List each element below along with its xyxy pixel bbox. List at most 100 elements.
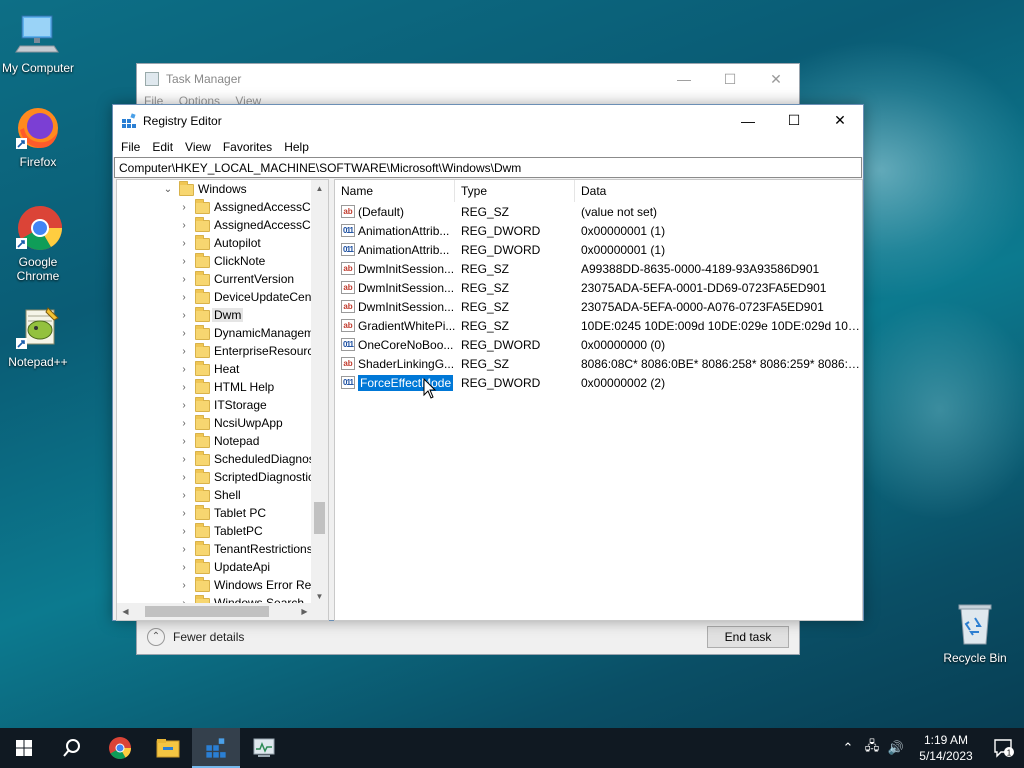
taskbar-search-button[interactable] xyxy=(48,728,96,768)
chevron-right-icon[interactable]: › xyxy=(179,220,189,231)
taskbar-chrome-button[interactable] xyxy=(96,728,144,768)
tree-item[interactable]: › TenantRestrictions xyxy=(117,540,311,558)
tree-item[interactable]: › Windows Error Rep xyxy=(117,576,311,594)
taskbar-task-manager-button[interactable] xyxy=(240,728,288,768)
chevron-right-icon[interactable]: › xyxy=(179,418,189,429)
value-row[interactable]: ab ShaderLinkingG... REG_SZ 8086:08C* 8086:… xyxy=(335,354,862,373)
desktop-icon-my-computer[interactable]: My Computer xyxy=(0,10,76,75)
tree-item[interactable]: › DynamicManagem xyxy=(117,324,311,342)
chevron-right-icon[interactable]: › xyxy=(179,274,189,285)
scroll-thumb[interactable] xyxy=(314,502,325,534)
value-row[interactable]: 011 ForceEffectMode REG_DWORD 0x00000002 (2… xyxy=(335,373,862,392)
chevron-up-icon: ⌃ xyxy=(147,627,165,646)
values-list[interactable]: Name Type Data ab (Default) REG_SZ (value n… xyxy=(334,179,863,621)
menu-view[interactable]: View xyxy=(179,140,217,154)
value-row[interactable]: 011 OneCoreNoBoo... REG_DWORD 0x00000000 (0… xyxy=(335,335,862,354)
minimize-icon[interactable]: — xyxy=(661,64,707,94)
registry-editor-titlebar[interactable]: Registry Editor — ☐ ✕ xyxy=(113,105,863,136)
taskbar-file-explorer-button[interactable] xyxy=(144,728,192,768)
registry-editor-window[interactable]: Registry Editor — ☐ ✕ File Edit View Fav… xyxy=(112,104,864,621)
tree-item[interactable]: › NcsiUwpApp xyxy=(117,414,311,432)
tree-item[interactable]: › Autopilot xyxy=(117,234,311,252)
menu-file[interactable]: File xyxy=(115,140,146,154)
desktop-icon-firefox[interactable]: Firefox xyxy=(0,104,76,169)
notification-center-button[interactable]: 1 xyxy=(984,738,1024,758)
tree-item[interactable]: › Shell xyxy=(117,486,311,504)
tree-item[interactable]: › ScheduledDiagnos xyxy=(117,450,311,468)
desktop-icon-notepad-plus-plus[interactable]: Notepad++ xyxy=(0,304,76,369)
value-row[interactable]: ab DwmInitSession... REG_SZ 23075ADA-5EFA-0… xyxy=(335,297,862,316)
tree-item-windows[interactable]: ⌄ Windows xyxy=(117,180,311,198)
scroll-left-icon[interactable]: ◀ xyxy=(117,603,134,620)
chevron-right-icon[interactable]: › xyxy=(179,472,189,483)
registry-tree[interactable]: ⌄ Windows › AssignedAccessCo › AssignedAcce… xyxy=(116,179,329,621)
chevron-right-icon[interactable]: › xyxy=(179,202,189,213)
tree-item[interactable]: › ITStorage xyxy=(117,396,311,414)
menu-edit[interactable]: Edit xyxy=(146,140,179,154)
value-row[interactable]: ab DwmInitSession... REG_SZ 23075ADA-5EFA-0… xyxy=(335,278,862,297)
scroll-up-icon[interactable]: ▲ xyxy=(311,180,328,197)
value-row[interactable]: ab (Default) REG_SZ (value not set) xyxy=(335,202,862,221)
desktop-icon-google-chrome[interactable]: Google Chrome xyxy=(0,204,76,283)
chevron-right-icon[interactable]: › xyxy=(179,382,189,393)
tree-item[interactable]: › HTML Help xyxy=(117,378,311,396)
chevron-right-icon[interactable]: › xyxy=(179,562,189,573)
column-header-data[interactable]: Data xyxy=(575,180,861,202)
fewer-details-button[interactable]: ⌃ Fewer details xyxy=(147,627,244,646)
desktop-icon-recycle-bin[interactable]: Recycle Bin xyxy=(937,600,1013,665)
tree-item[interactable]: › CurrentVersion xyxy=(117,270,311,288)
chevron-right-icon[interactable]: › xyxy=(179,400,189,411)
chevron-right-icon[interactable]: › xyxy=(179,580,189,591)
chevron-right-icon[interactable]: › xyxy=(179,292,189,303)
scroll-thumb[interactable] xyxy=(145,606,269,617)
address-bar[interactable]: Computer\HKEY_LOCAL_MACHINE\SOFTWARE\Mic… xyxy=(114,157,862,178)
value-row[interactable]: ab GradientWhitePi... REG_SZ 10DE:0245 10DE… xyxy=(335,316,862,335)
chevron-right-icon[interactable]: › xyxy=(179,364,189,375)
start-button[interactable] xyxy=(0,728,48,768)
column-header-name[interactable]: Name xyxy=(335,179,455,202)
chevron-right-icon[interactable]: › xyxy=(179,508,189,519)
chevron-right-icon[interactable]: › xyxy=(179,544,189,555)
value-row[interactable]: ab DwmInitSession... REG_SZ A99388DD-8635-0… xyxy=(335,259,862,278)
tree-item[interactable]: › DeviceUpdateCent xyxy=(117,288,311,306)
tree-item[interactable]: › TabletPC xyxy=(117,522,311,540)
tree-item[interactable]: › ClickNote xyxy=(117,252,311,270)
chevron-right-icon[interactable]: › xyxy=(179,490,189,501)
clock[interactable]: 1:19 AM 5/14/2023 xyxy=(908,732,984,764)
tree-horizontal-scrollbar[interactable]: ◀ ▶ xyxy=(117,603,313,620)
chevron-right-icon[interactable]: › xyxy=(179,310,189,321)
network-icon[interactable]: 🖧 xyxy=(860,737,884,759)
menu-help[interactable]: Help xyxy=(278,140,315,154)
chevron-right-icon[interactable]: › xyxy=(179,346,189,357)
chevron-up-icon[interactable]: ⌃ xyxy=(836,740,860,756)
chevron-right-icon[interactable]: › xyxy=(179,256,189,267)
minimize-icon[interactable]: — xyxy=(725,105,771,136)
chevron-right-icon[interactable]: › xyxy=(179,436,189,447)
tree-item[interactable]: › EnterpriseResource xyxy=(117,342,311,360)
close-icon[interactable]: ✕ xyxy=(753,64,799,94)
tree-item[interactable]: › AssignedAccessCo xyxy=(117,198,311,216)
close-icon[interactable]: ✕ xyxy=(817,105,863,136)
chevron-right-icon[interactable]: › xyxy=(179,328,189,339)
menu-favorites[interactable]: Favorites xyxy=(217,140,278,154)
notification-icon: 1 xyxy=(994,739,1014,758)
tree-item[interactable]: › Heat xyxy=(117,360,311,378)
tree-item[interactable]: › UpdateApi xyxy=(117,558,311,576)
maximize-icon[interactable]: ☐ xyxy=(771,105,817,136)
chevron-right-icon[interactable]: › xyxy=(179,454,189,465)
end-task-button[interactable]: End task xyxy=(707,625,789,648)
tree-item[interactable]: › ScriptedDiagnostic xyxy=(117,468,311,486)
value-row[interactable]: 011 AnimationAttrib... REG_DWORD 0x00000001… xyxy=(335,240,862,259)
value-row[interactable]: 011 AnimationAttrib... REG_DWORD 0x00000001… xyxy=(335,221,862,240)
tree-item[interactable]: › Dwm xyxy=(117,306,311,324)
tree-vertical-scrollbar[interactable]: ▲ ▼ xyxy=(311,180,328,605)
tree-item[interactable]: › Notepad xyxy=(117,432,311,450)
column-header-type[interactable]: Type xyxy=(455,179,575,202)
tree-item[interactable]: › Tablet PC xyxy=(117,504,311,522)
chevron-right-icon[interactable]: › xyxy=(179,526,189,537)
chevron-right-icon[interactable]: › xyxy=(179,238,189,249)
maximize-icon[interactable]: ☐ xyxy=(707,64,753,94)
volume-icon[interactable]: 🔊 xyxy=(884,740,908,756)
taskbar-regedit-button[interactable] xyxy=(192,728,240,768)
tree-item[interactable]: › AssignedAccessCsp xyxy=(117,216,311,234)
